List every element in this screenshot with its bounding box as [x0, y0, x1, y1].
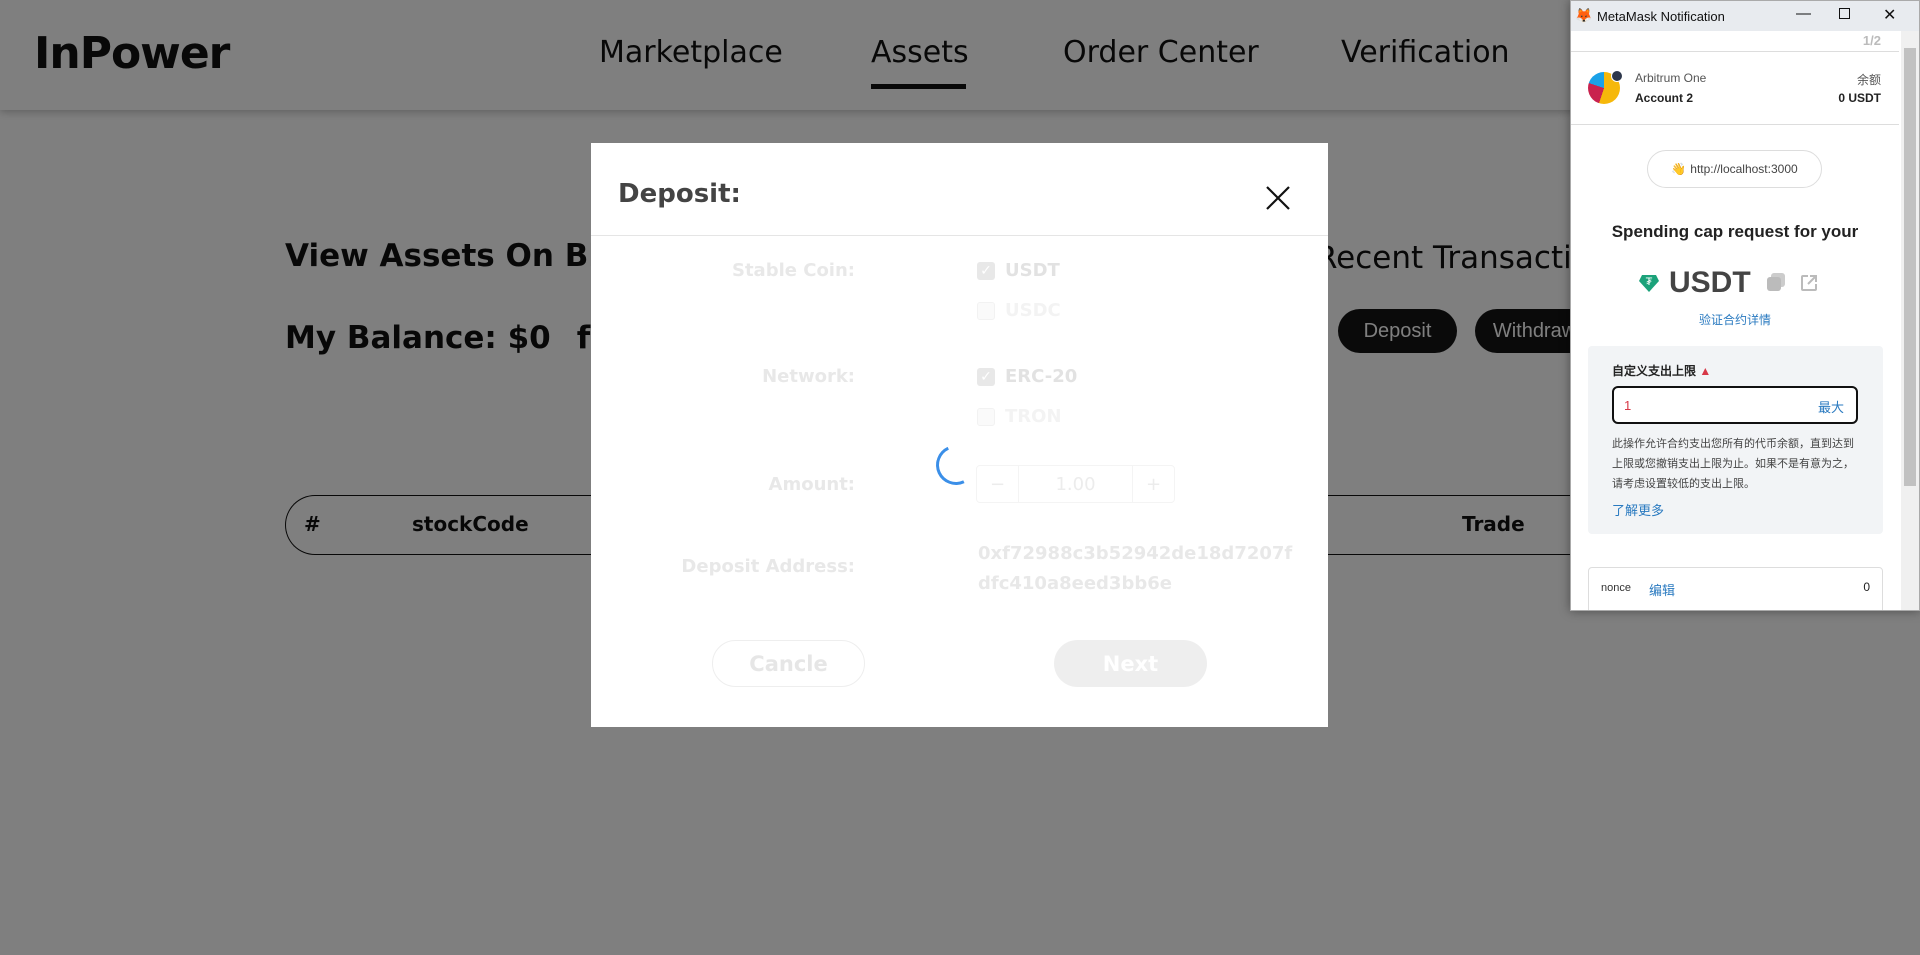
window-title: MetaMask Notification [1597, 9, 1725, 24]
maximize-icon[interactable] [1839, 8, 1850, 19]
external-link-icon[interactable] [1799, 273, 1819, 293]
modal-title: Deposit: [618, 179, 741, 209]
cancel-button[interactable]: Cancle [712, 640, 865, 687]
usdc-option[interactable]: USDC [1005, 300, 1061, 321]
token-symbol: USDT [1669, 266, 1751, 299]
verify-contract-link[interactable]: 验证合约详情 [1571, 311, 1899, 328]
arbitrum-network-icon [1611, 70, 1623, 82]
window-titlebar: 🦊 MetaMask Notification — ✕ [1571, 1, 1919, 31]
deposit-address-label: Deposit Address: [681, 556, 855, 577]
scrollbar-thumb[interactable] [1904, 48, 1916, 486]
metamask-window: 🦊 MetaMask Notification — ✕ 1/2 Arbitrum… [1570, 0, 1920, 611]
learn-more-link[interactable]: 了解更多 [1612, 500, 1664, 519]
divider [1571, 51, 1899, 52]
tether-token-icon: ₮ [1639, 275, 1659, 292]
scrollbar[interactable] [1901, 31, 1919, 610]
max-button[interactable]: 最大 [1818, 397, 1844, 416]
warning-icon: ▲ [1699, 364, 1712, 378]
nonce-value: 0 [1863, 580, 1870, 594]
spending-cap-heading: Spending cap request for your [1611, 222, 1859, 241]
erc20-checkbox[interactable]: ✓ [977, 368, 995, 386]
amount-label: Amount: [768, 474, 855, 495]
copy-icon[interactable] [1767, 277, 1781, 291]
decrement-button[interactable]: − [977, 466, 1019, 502]
cap-label-text: 自定义支出上限 [1612, 364, 1697, 378]
tron-checkbox[interactable] [977, 408, 995, 426]
network-label: Network: [762, 366, 855, 387]
amount-input[interactable]: 1.00 [1019, 466, 1132, 502]
network-name: Arbitrum One [1635, 71, 1707, 85]
usdt-option[interactable]: USDT [1005, 260, 1060, 281]
deposit-address: 0xf72988c3b52942de18d7207fdfc410a8eed3bb… [978, 543, 1293, 594]
increment-button[interactable]: + [1132, 466, 1174, 502]
warning-text: 此操作允许合约支出您所有的代币余额，直到达到上限或您撤销支出上限为止。如果不是有… [1612, 438, 1854, 490]
minimize-icon[interactable]: — [1796, 5, 1811, 22]
close-icon[interactable] [1265, 185, 1291, 211]
loading-spinner-icon [930, 439, 982, 491]
divider [591, 235, 1328, 236]
metamask-fox-icon: 🦊 [1575, 7, 1593, 23]
nonce-edit-link[interactable]: 编辑 [1649, 580, 1675, 599]
balance-label: 余额 [1856, 73, 1881, 87]
nonce-panel: nonce 编辑 0 [1588, 567, 1883, 610]
stable-coin-label: Stable Coin: [731, 260, 855, 281]
tron-option[interactable]: TRON [1005, 406, 1062, 427]
deposit-modal: Deposit: Stable Coin: ✓ USDT USDC Networ… [591, 143, 1328, 727]
spending-cap-input[interactable]: 1 最大 [1612, 386, 1858, 424]
spending-cap-label: 自定义支出上限 ▲ [1612, 362, 1711, 379]
cap-value: 1 [1624, 398, 1632, 413]
erc20-option[interactable]: ERC-20 [1005, 366, 1077, 387]
usdc-checkbox[interactable] [977, 302, 995, 320]
nonce-label: nonce [1601, 582, 1631, 594]
origin-pill: 👋 http://localhost:3000 [1647, 150, 1822, 188]
balance-value: 0 USDT [1838, 91, 1881, 105]
next-button[interactable]: Next [1054, 640, 1207, 687]
spending-cap-panel: 自定义支出上限 ▲ 1 最大 此操作允许合约支出您所有的代币余额，直到达到上限或… [1588, 346, 1883, 534]
divider [1571, 124, 1899, 125]
amount-stepper: − 1.00 + [976, 465, 1175, 503]
usdt-checkbox[interactable]: ✓ [977, 262, 995, 280]
close-window-icon[interactable]: ✕ [1883, 5, 1896, 25]
wave-hand-icon: 👋 [1671, 162, 1687, 176]
page-indicator: 1/2 [1862, 33, 1881, 48]
account-name: Account 2 [1635, 91, 1694, 105]
origin-url: http://localhost:3000 [1690, 162, 1798, 176]
